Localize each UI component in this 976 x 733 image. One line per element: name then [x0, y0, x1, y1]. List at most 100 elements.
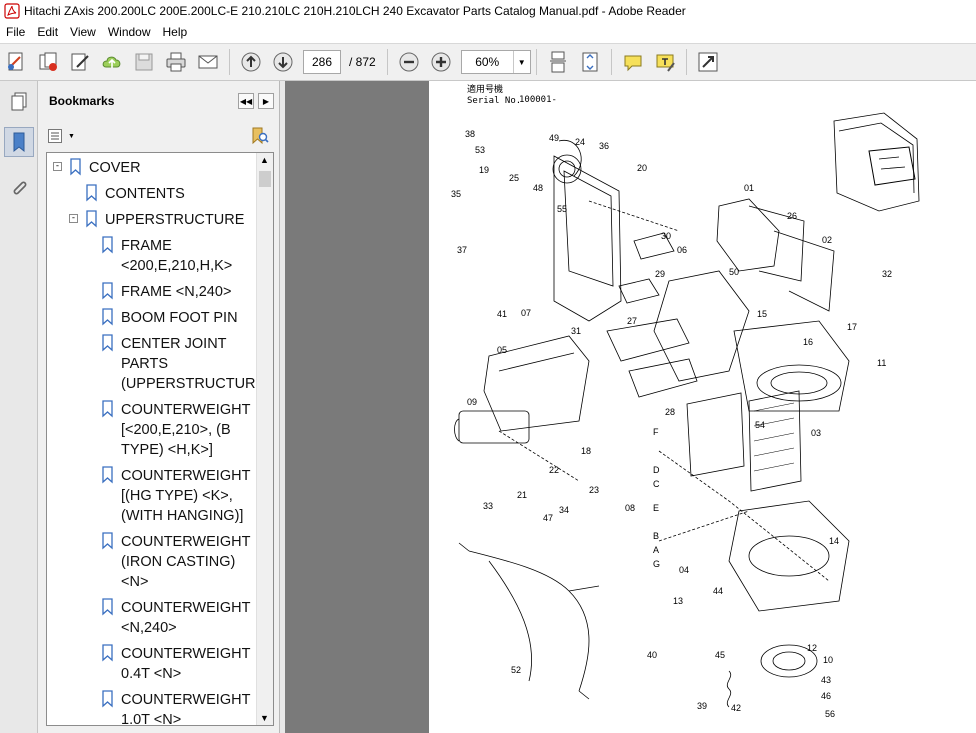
collapse-toggle-icon[interactable]: - — [69, 214, 78, 223]
part-callout: E — [653, 503, 659, 513]
title-bar: Hitachi ZAxis 200.200LC 200E.200LC-E 210… — [0, 0, 976, 22]
page-number-input[interactable]: 286 — [303, 50, 341, 74]
part-labels: 01 02 03 04 05 06 07 08 09 10 11 12 13 14 15 16 17 18 19 20… — [451, 129, 892, 719]
bookmark-boom-foot-pin[interactable]: BOOM FOOT PIN — [101, 308, 238, 328]
bookmark-upperstructure[interactable]: - UPPERSTRUCTURE — [69, 210, 244, 230]
next-page-button[interactable] — [268, 47, 298, 77]
page-thumbnails-button[interactable] — [4, 87, 34, 117]
bookmarks-toolbar: ▼ — [38, 121, 280, 151]
bookmark-icon — [102, 690, 113, 708]
menu-view[interactable]: View — [64, 22, 102, 43]
zoom-in-button[interactable] — [426, 47, 456, 77]
bookmark-cover[interactable]: - COVER — [53, 158, 141, 178]
collapse-panel-icon[interactable]: ◀◀ — [238, 93, 254, 109]
find-current-bookmark-button[interactable] — [250, 127, 270, 145]
menu-bar: File Edit View Window Help — [0, 22, 976, 43]
scroll-up-icon[interactable]: ▲ — [260, 155, 269, 165]
upload-button[interactable] — [97, 47, 127, 77]
bookmarks-scrollbar[interactable]: ▲ ▼ — [256, 153, 273, 725]
bookmark-icon — [86, 184, 97, 202]
bookmarks-button[interactable] — [4, 127, 34, 157]
options-menu-button[interactable]: ▼ — [48, 127, 76, 145]
scrollbar-thumb[interactable] — [259, 171, 271, 187]
find-bookmark-icon — [252, 127, 269, 145]
expand-panel-icon[interactable]: ▶ — [258, 93, 274, 109]
scroll-down-icon[interactable]: ▼ — [260, 713, 269, 723]
scrolling-mode-button[interactable] — [543, 47, 573, 77]
create-pdf-button[interactable] — [1, 47, 31, 77]
exploded-parts-diagram: 01 02 03 04 05 06 07 08 09 10 11 12 13 14 15 16 17 18 19 20… — [451, 112, 920, 719]
part-callout: 43 — [821, 675, 831, 685]
bookmark-icon — [102, 644, 113, 662]
part-callout: 01 — [744, 183, 754, 193]
bookmark-icon — [86, 210, 97, 228]
add-comment-button[interactable] — [618, 47, 648, 77]
chevron-down-icon[interactable]: ▼ — [512, 51, 530, 73]
bookmark-label: COUNTERWEIGHT [<200,E,210>, (B TYPE) <H,K>… — [121, 402, 251, 458]
menu-window[interactable]: Window — [102, 22, 157, 43]
menu-edit[interactable]: Edit — [31, 22, 64, 43]
part-callout: 18 — [581, 446, 591, 456]
highlight-text-icon — [656, 54, 675, 72]
bookmark-counterweight-n240[interactable]: COUNTERWEIGHT <N,240> — [101, 598, 250, 638]
toolbar-separator — [610, 49, 612, 75]
highlight-button[interactable] — [650, 47, 680, 77]
previous-page-button[interactable] — [236, 47, 266, 77]
zoom-select[interactable]: 60% ▼ — [460, 50, 531, 74]
bookmark-label: UPPERSTRUCTURE — [105, 212, 245, 228]
bookmark-label: FRAME <N,240> — [121, 284, 232, 300]
part-callout: 27 — [627, 316, 637, 326]
bookmark-label: BOOM FOOT PIN — [121, 310, 238, 326]
part-callout: 32 — [882, 269, 892, 279]
bookmark-counterweight-hg-type[interactable]: COUNTERWEIGHT [(HG TYPE) <K>, (WITH HANGIN… — [101, 466, 250, 526]
part-callout: 34 — [559, 505, 569, 515]
bookmark-counterweight-iron[interactable]: COUNTERWEIGHT (IRON CASTING) <N> — [101, 532, 250, 592]
create-pdf-icon — [8, 52, 23, 71]
window-title: Hitachi ZAxis 200.200LC 200E.200LC-E 210… — [24, 4, 686, 18]
fit-page-button[interactable] — [575, 47, 605, 77]
collapse-toggle-icon[interactable]: - — [53, 162, 62, 171]
menu-file[interactable]: File — [0, 22, 31, 43]
part-callout: D — [653, 465, 660, 475]
bookmark-center-joint[interactable]: CENTER JOINT PARTS (UPPERSTRUCTURE) — [101, 334, 270, 394]
save-button[interactable] — [129, 47, 159, 77]
part-callout: B — [653, 531, 659, 541]
part-callout: 16 — [803, 337, 813, 347]
part-callout: 24 — [575, 137, 585, 147]
bookmark-icon — [102, 466, 113, 484]
arrow-up-icon — [241, 52, 261, 72]
pdf-page: 適用号機 Serial No. 100001- 01 02 03 04 05 0… — [429, 81, 976, 733]
bookmark-counterweight-04t[interactable]: COUNTERWEIGHT 0.4T <N> — [101, 644, 250, 684]
comment-icon — [624, 55, 642, 72]
email-button[interactable] — [193, 47, 223, 77]
bookmark-frame-200[interactable]: FRAME <200,E,210,H,K> — [101, 236, 232, 276]
document-viewer[interactable]: 適用号機 Serial No. 100001- 01 02 03 04 05 0… — [285, 81, 976, 733]
bookmark-contents[interactable]: CONTENTS — [85, 184, 185, 204]
print-button[interactable] — [161, 47, 191, 77]
attachments-button[interactable] — [4, 173, 34, 203]
bookmark-counterweight-10t[interactable]: COUNTERWEIGHT 1.0T <N> — [101, 690, 250, 725]
part-callout: 13 — [673, 596, 683, 606]
expand-icon — [698, 52, 718, 72]
bookmark-label: COUNTERWEIGHT [(HG TYPE) <K>, (WITH HANGIN… — [121, 468, 251, 524]
scroll-pages-icon — [549, 51, 566, 73]
menu-help[interactable]: Help — [157, 22, 194, 43]
bookmark-counterweight-b-type[interactable]: COUNTERWEIGHT [<200,E,210>, (B TYPE) <H,K>… — [101, 400, 250, 460]
part-callout: 30 — [661, 231, 671, 241]
toolbar-separator — [386, 49, 388, 75]
full-screen-button[interactable] — [693, 47, 723, 77]
edit-pdf-button[interactable] — [65, 47, 95, 77]
bookmark-icon — [102, 236, 113, 254]
part-callout: 19 — [479, 165, 489, 175]
part-callout: 08 — [625, 503, 635, 513]
combine-files-button[interactable] — [33, 47, 63, 77]
bookmark-frame-n240[interactable]: FRAME <N,240> — [101, 282, 231, 302]
part-callout: 04 — [679, 565, 689, 575]
toolbar-separator — [535, 49, 537, 75]
part-callout: 41 — [497, 309, 507, 319]
part-callout: 40 — [647, 650, 657, 660]
part-callout: 55 — [557, 204, 567, 214]
part-callout: 54 — [755, 420, 765, 430]
zoom-out-button[interactable] — [394, 47, 424, 77]
part-callout: 37 — [457, 245, 467, 255]
